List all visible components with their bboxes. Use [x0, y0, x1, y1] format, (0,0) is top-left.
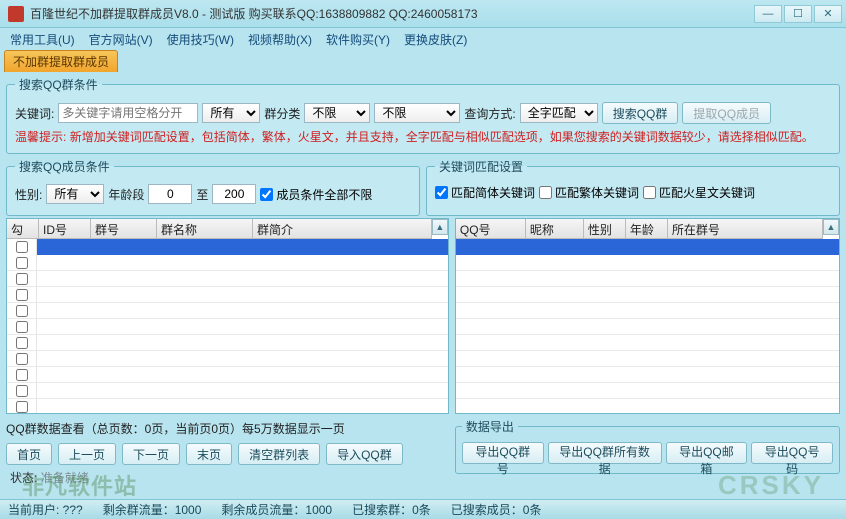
gender-label: 性别:	[15, 186, 42, 203]
row-checkbox[interactable]	[16, 289, 28, 301]
category-label: 群分类	[264, 105, 300, 122]
group-export: 数据导出 导出QQ群号 导出QQ群所有数据 导出QQ邮箱 导出QQ号码	[455, 418, 840, 474]
col-qq[interactable]: QQ号	[456, 219, 526, 238]
first-page-button[interactable]: 首页	[6, 443, 52, 465]
import-group-button[interactable]: 导入QQ群	[326, 443, 403, 465]
footer-group-quota: 剩余群流量：1000	[103, 501, 202, 518]
row-checkbox[interactable]	[16, 369, 28, 381]
footer-searched-members: 已搜索成员：0条	[451, 501, 542, 518]
status-value: 准备就绪	[41, 471, 89, 485]
menu-skin[interactable]: 更换皮肤(Z)	[404, 31, 467, 48]
legend-export: 数据导出	[462, 418, 518, 435]
next-page-button[interactable]: 下一页	[122, 443, 180, 465]
footer-member-quota: 剩余成员流量：1000	[221, 501, 332, 518]
group-grid-body[interactable]	[7, 239, 448, 413]
legend-kw-match: 关键词匹配设置	[435, 158, 527, 175]
subcategory-select[interactable]: 不限	[374, 103, 460, 123]
maximize-button[interactable]: ☐	[784, 5, 812, 23]
app-icon	[8, 6, 24, 22]
col-ingroup[interactable]: 所在群号	[668, 219, 823, 238]
col-groupname[interactable]: 群名称	[157, 219, 253, 238]
export-email-button[interactable]: 导出QQ邮箱	[666, 442, 748, 464]
last-page-button[interactable]: 末页	[186, 443, 232, 465]
match-simplified-checkbox[interactable]: 匹配简体关键词	[435, 184, 535, 201]
export-groupno-button[interactable]: 导出QQ群号	[462, 442, 544, 464]
row-checkbox[interactable]	[16, 273, 28, 285]
member-grid[interactable]: QQ号 昵称 性别 年龄 所在群号 ▲	[455, 218, 840, 414]
menu-website[interactable]: 官方网站(V)	[89, 31, 153, 48]
col-gender[interactable]: 性别	[584, 219, 626, 238]
legend-search: 搜索QQ群条件	[15, 76, 102, 93]
status-label: 状态:	[10, 471, 37, 485]
scroll-up-icon[interactable]: ▲	[432, 219, 448, 235]
menubar: 常用工具(U) 官方网站(V) 使用技巧(W) 视频帮助(X) 软件购买(Y) …	[0, 28, 846, 50]
search-group-button[interactable]: 搜索QQ群	[602, 102, 679, 124]
method-label: 查询方式:	[464, 105, 515, 122]
col-age[interactable]: 年龄	[626, 219, 668, 238]
row-checkbox[interactable]	[16, 385, 28, 397]
group-member-conditions: 搜索QQ成员条件 性别: 所有 年龄段 至 成员条件全部不限	[6, 158, 420, 216]
menu-tools[interactable]: 常用工具(U)	[10, 31, 75, 48]
row-checkbox[interactable]	[16, 241, 28, 253]
footer-searched-groups: 已搜索群：0条	[352, 501, 431, 518]
tab-extract-members[interactable]: 不加群提取群成员	[4, 50, 118, 72]
group-keyword-match: 关键词匹配设置 匹配简体关键词 匹配繁体关键词 匹配火星文关键词	[426, 158, 840, 216]
row-checkbox[interactable]	[16, 353, 28, 365]
keyword-label: 关键词:	[15, 105, 54, 122]
col-groupdesc[interactable]: 群简介	[253, 219, 432, 238]
legend-member-cond: 搜索QQ成员条件	[15, 158, 114, 175]
age-to-input[interactable]	[212, 184, 256, 204]
menu-video[interactable]: 视频帮助(X)	[248, 31, 312, 48]
menu-tips[interactable]: 使用技巧(W)	[167, 31, 234, 48]
gender-select[interactable]: 所有	[46, 184, 104, 204]
tip-label: 温馨提示:	[15, 130, 66, 144]
export-groupdata-button[interactable]: 导出QQ群所有数据	[548, 442, 662, 464]
menu-buy[interactable]: 软件购买(Y)	[326, 31, 390, 48]
keyword-input[interactable]	[58, 103, 198, 123]
extract-members-button[interactable]: 提取QQ成员	[682, 102, 771, 124]
row-checkbox[interactable]	[16, 337, 28, 349]
category-select[interactable]: 不限	[304, 103, 370, 123]
row-checkbox[interactable]	[16, 401, 28, 413]
match-traditional-checkbox[interactable]: 匹配繁体关键词	[539, 184, 639, 201]
age-from-input[interactable]	[148, 184, 192, 204]
close-button[interactable]: ✕	[814, 5, 842, 23]
group-search-conditions: 搜索QQ群条件 关键词: 所有 群分类 不限 不限 查询方式: 全字匹配 搜索Q…	[6, 76, 840, 154]
col-id[interactable]: ID号	[39, 219, 91, 238]
row-checkbox[interactable]	[16, 321, 28, 333]
window-title: 百隆世纪不加群提取群成员V8.0 - 测试版 购买联系QQ:1638809882…	[30, 5, 478, 22]
method-select[interactable]: 全字匹配	[520, 103, 598, 123]
group-grid[interactable]: 勾选 ID号 群号 群名称 群简介 ▲	[6, 218, 449, 414]
clear-list-button[interactable]: 清空群列表	[238, 443, 320, 465]
tip-text: 新增加关键词匹配设置，包括简体，繁体，火星文，并且支持，全字匹配与相似匹配选项，…	[70, 130, 814, 144]
scope-select[interactable]: 所有	[202, 103, 260, 123]
member-grid-body[interactable]	[456, 239, 839, 413]
age-label: 年龄段	[108, 186, 144, 203]
col-check[interactable]: 勾选	[7, 219, 39, 238]
minimize-button[interactable]: —	[754, 5, 782, 23]
col-groupno[interactable]: 群号	[91, 219, 157, 238]
all-conditions-checkbox[interactable]: 成员条件全部不限	[260, 186, 372, 203]
match-mars-checkbox[interactable]: 匹配火星文关键词	[643, 184, 755, 201]
footer-user: 当前用户: ???	[8, 501, 83, 518]
pager-title: QQ群数据查看（总页数：0页，当前页0页）每5万数据显示一页	[6, 420, 449, 437]
row-checkbox[interactable]	[16, 305, 28, 317]
export-qqno-button[interactable]: 导出QQ号码	[751, 442, 833, 464]
scroll-up-icon[interactable]: ▲	[823, 219, 839, 235]
row-checkbox[interactable]	[16, 257, 28, 269]
status-bar: 当前用户: ??? 剩余群流量：1000 剩余成员流量：1000 已搜索群：0条…	[0, 499, 846, 519]
prev-page-button[interactable]: 上一页	[58, 443, 116, 465]
col-nick[interactable]: 昵称	[526, 219, 584, 238]
age-to-label: 至	[196, 186, 208, 203]
